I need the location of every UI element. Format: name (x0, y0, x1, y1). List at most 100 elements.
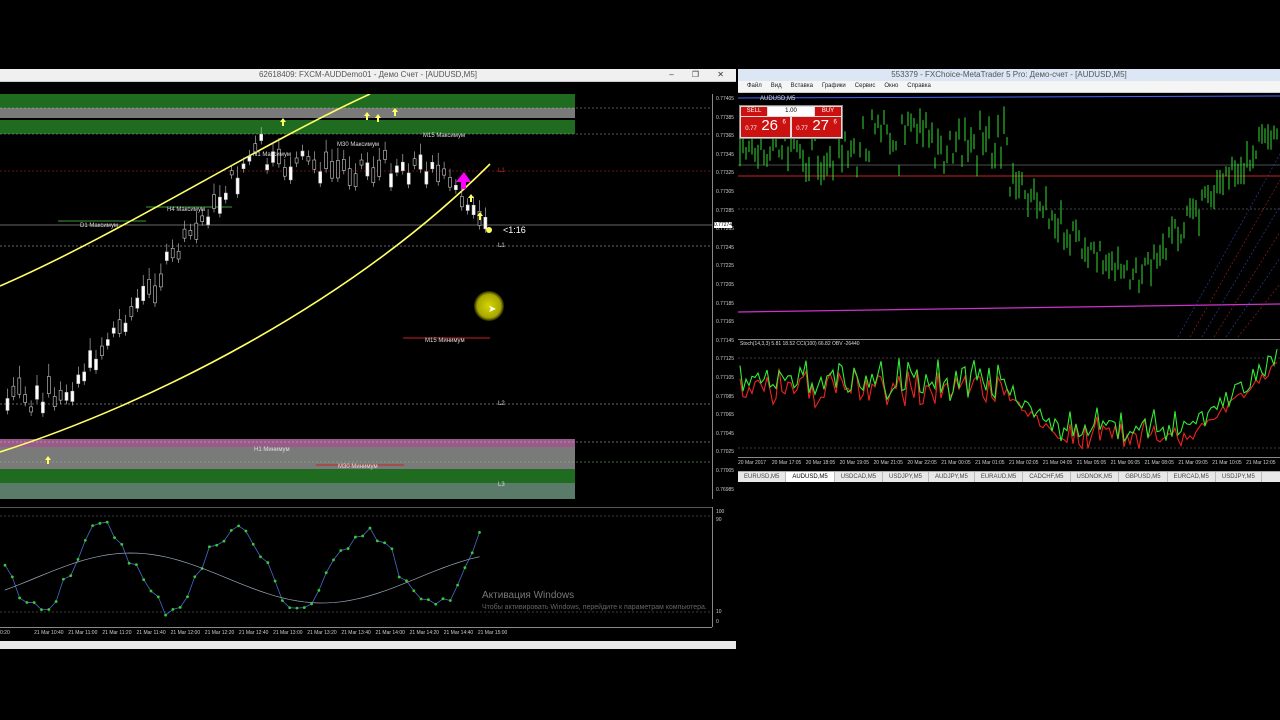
menu-item-1[interactable]: Вид (771, 83, 782, 89)
candle-body (448, 177, 452, 188)
symbol-tab[interactable]: AUDUSD,M5 (786, 472, 835, 482)
oscillator-dot (361, 534, 365, 538)
symbol-tab[interactable]: EURCAD,M5 (1168, 472, 1216, 482)
menu-item-4[interactable]: Сервис (855, 83, 876, 89)
candle-body (253, 143, 258, 153)
menu-item-3[interactable]: Графики (822, 83, 846, 89)
oscillator-dot (156, 595, 160, 599)
regression-channel-line (1213, 231, 1280, 337)
oscillator-dot (208, 545, 211, 549)
oscillator-dot (149, 589, 153, 593)
candle-body (17, 377, 22, 395)
candle-body (347, 168, 352, 186)
price-tick: 0.77345 (716, 151, 735, 158)
candle-body (483, 216, 488, 230)
symbol-tab[interactable]: GBPUSD,M5 (1119, 472, 1168, 482)
fractal-arrow-icon (468, 194, 474, 202)
time-tick: 21 Mar 15:00 (477, 630, 508, 636)
candle-body (11, 385, 16, 397)
left-price-chart[interactable]: D1 Максимум H4 Максимум H1 Максимум M30 … (0, 94, 712, 499)
menu-item-6[interactable]: Справка (907, 83, 931, 89)
candle-body (465, 204, 470, 211)
oscillator-dot (229, 528, 233, 532)
oscillator-dot (10, 575, 14, 579)
candle-body (82, 371, 86, 382)
price-tick: 0.77045 (716, 430, 735, 437)
candle-body (46, 376, 51, 394)
indicator-label: Stoch(14,3,3) 5.81 18.52 CCI(100) 66.82 … (740, 341, 860, 347)
symbol-tab[interactable]: USDCAD,M5 (835, 472, 884, 482)
left-window-controls[interactable]: ‒ ❐ ✕ (669, 69, 732, 81)
oscillator-dot (332, 558, 335, 562)
right-menu-bar: Файл Вид Вставка Графики Сервис Окно Справка (738, 81, 1280, 93)
time-tick: 20 Mar 17:05 (771, 460, 802, 466)
sell-price[interactable]: 0.77 26 6 (741, 117, 790, 137)
candle-body (312, 159, 317, 170)
oscillator-dot (266, 561, 270, 564)
oscillator-dot (62, 577, 65, 581)
price-tick: 0.77025 (716, 449, 735, 456)
menu-item-0[interactable]: Файл (747, 83, 762, 89)
symbol-tab[interactable]: USDNOK,M5 (1071, 472, 1120, 482)
price-tick: 0.77145 (716, 337, 735, 344)
buy-price-pips: 27 (812, 117, 830, 134)
oscillator-dot (215, 543, 219, 547)
lot-size-value: 1.00 (785, 108, 797, 114)
symbol-tab[interactable]: USDJPY,M5 (883, 472, 929, 482)
candle-body (424, 171, 429, 185)
time-tick: 21 Mar 09:05 (1178, 460, 1208, 466)
candle-body (218, 196, 222, 214)
left-window-title: 62618409: FXCM-AUDDemo01 - Демо Счет - [… (258, 70, 478, 79)
label-m15-min: M15 Минимум (425, 338, 465, 344)
menu-item-5[interactable]: Окно (884, 83, 898, 89)
right-window: 553379 - FXChoice-MetaTrader 5 Pro: Демо… (738, 69, 1280, 487)
left-price-chart-svg (0, 94, 712, 499)
candle-body (459, 196, 464, 208)
candle-body (224, 192, 228, 200)
regression-channel-line (1201, 205, 1280, 337)
candle-body (371, 167, 376, 184)
price-tick: 0.77305 (716, 189, 735, 195)
oscillator-dot (339, 549, 343, 552)
buy-price[interactable]: 0.77 27 6 (792, 117, 841, 137)
price-tick: 0.77085 (716, 393, 735, 400)
symbol-tab[interactable]: EURUSD,M5 (738, 472, 787, 482)
sell-price-prefix: 0.77 (745, 126, 757, 132)
price-tick: 0.77125 (716, 356, 735, 363)
candle-body (212, 194, 216, 209)
label-m30-max: M30 Максимум (337, 142, 380, 148)
right-price-chart[interactable]: AUDUSD,M5 SELL 1.00 BUY 0.77 26 6 0.77 2… (738, 94, 1280, 337)
symbol-tab[interactable]: EURAUD,M5 (975, 472, 1024, 482)
regression-channel-line (1225, 257, 1280, 337)
oscillator-dot (244, 529, 248, 533)
candle-body (194, 222, 199, 240)
symbol-tab[interactable]: CADCHF,M5 (1023, 472, 1071, 482)
left-window-title-bar: 62618409: FXCM-AUDDemo01 - Демо Счет - [… (0, 69, 736, 82)
oscillator-dot (317, 588, 321, 592)
candle-body (229, 170, 234, 176)
price-tick: 0.77105 (716, 375, 735, 381)
oscillator-dot (259, 555, 262, 559)
symbol-tab[interactable]: USDJPY,M5 (1216, 472, 1262, 482)
oscillator-dot (470, 551, 474, 555)
label-l1: L1 (498, 243, 505, 249)
oscillator-dot (419, 597, 423, 601)
candle-body (23, 394, 28, 403)
candle-body (41, 401, 45, 414)
oscillator-dot (105, 520, 109, 524)
right-indicator-chart[interactable]: Stoch(14,3,3) 5.81 18.52 CCI(100) 66.82 … (738, 339, 1280, 458)
candle-body (306, 156, 311, 162)
candle-body (336, 160, 340, 179)
symbol-tab[interactable]: AUDJPY,M5 (929, 472, 975, 482)
left-scrollbar[interactable] (0, 641, 736, 649)
oscillator-dot (397, 575, 401, 579)
menu-item-2[interactable]: Вставка (791, 83, 813, 89)
price-tick: 0.77325 (716, 170, 735, 177)
candle-body (389, 173, 393, 188)
candle-body (406, 172, 411, 185)
sell-button[interactable]: SELL (741, 107, 767, 116)
lot-size-input[interactable]: 1.00 (768, 107, 814, 116)
candle-body (471, 204, 476, 215)
buy-button[interactable]: BUY (815, 107, 841, 116)
time-tick: 20 Mar 21:05 (873, 460, 903, 466)
